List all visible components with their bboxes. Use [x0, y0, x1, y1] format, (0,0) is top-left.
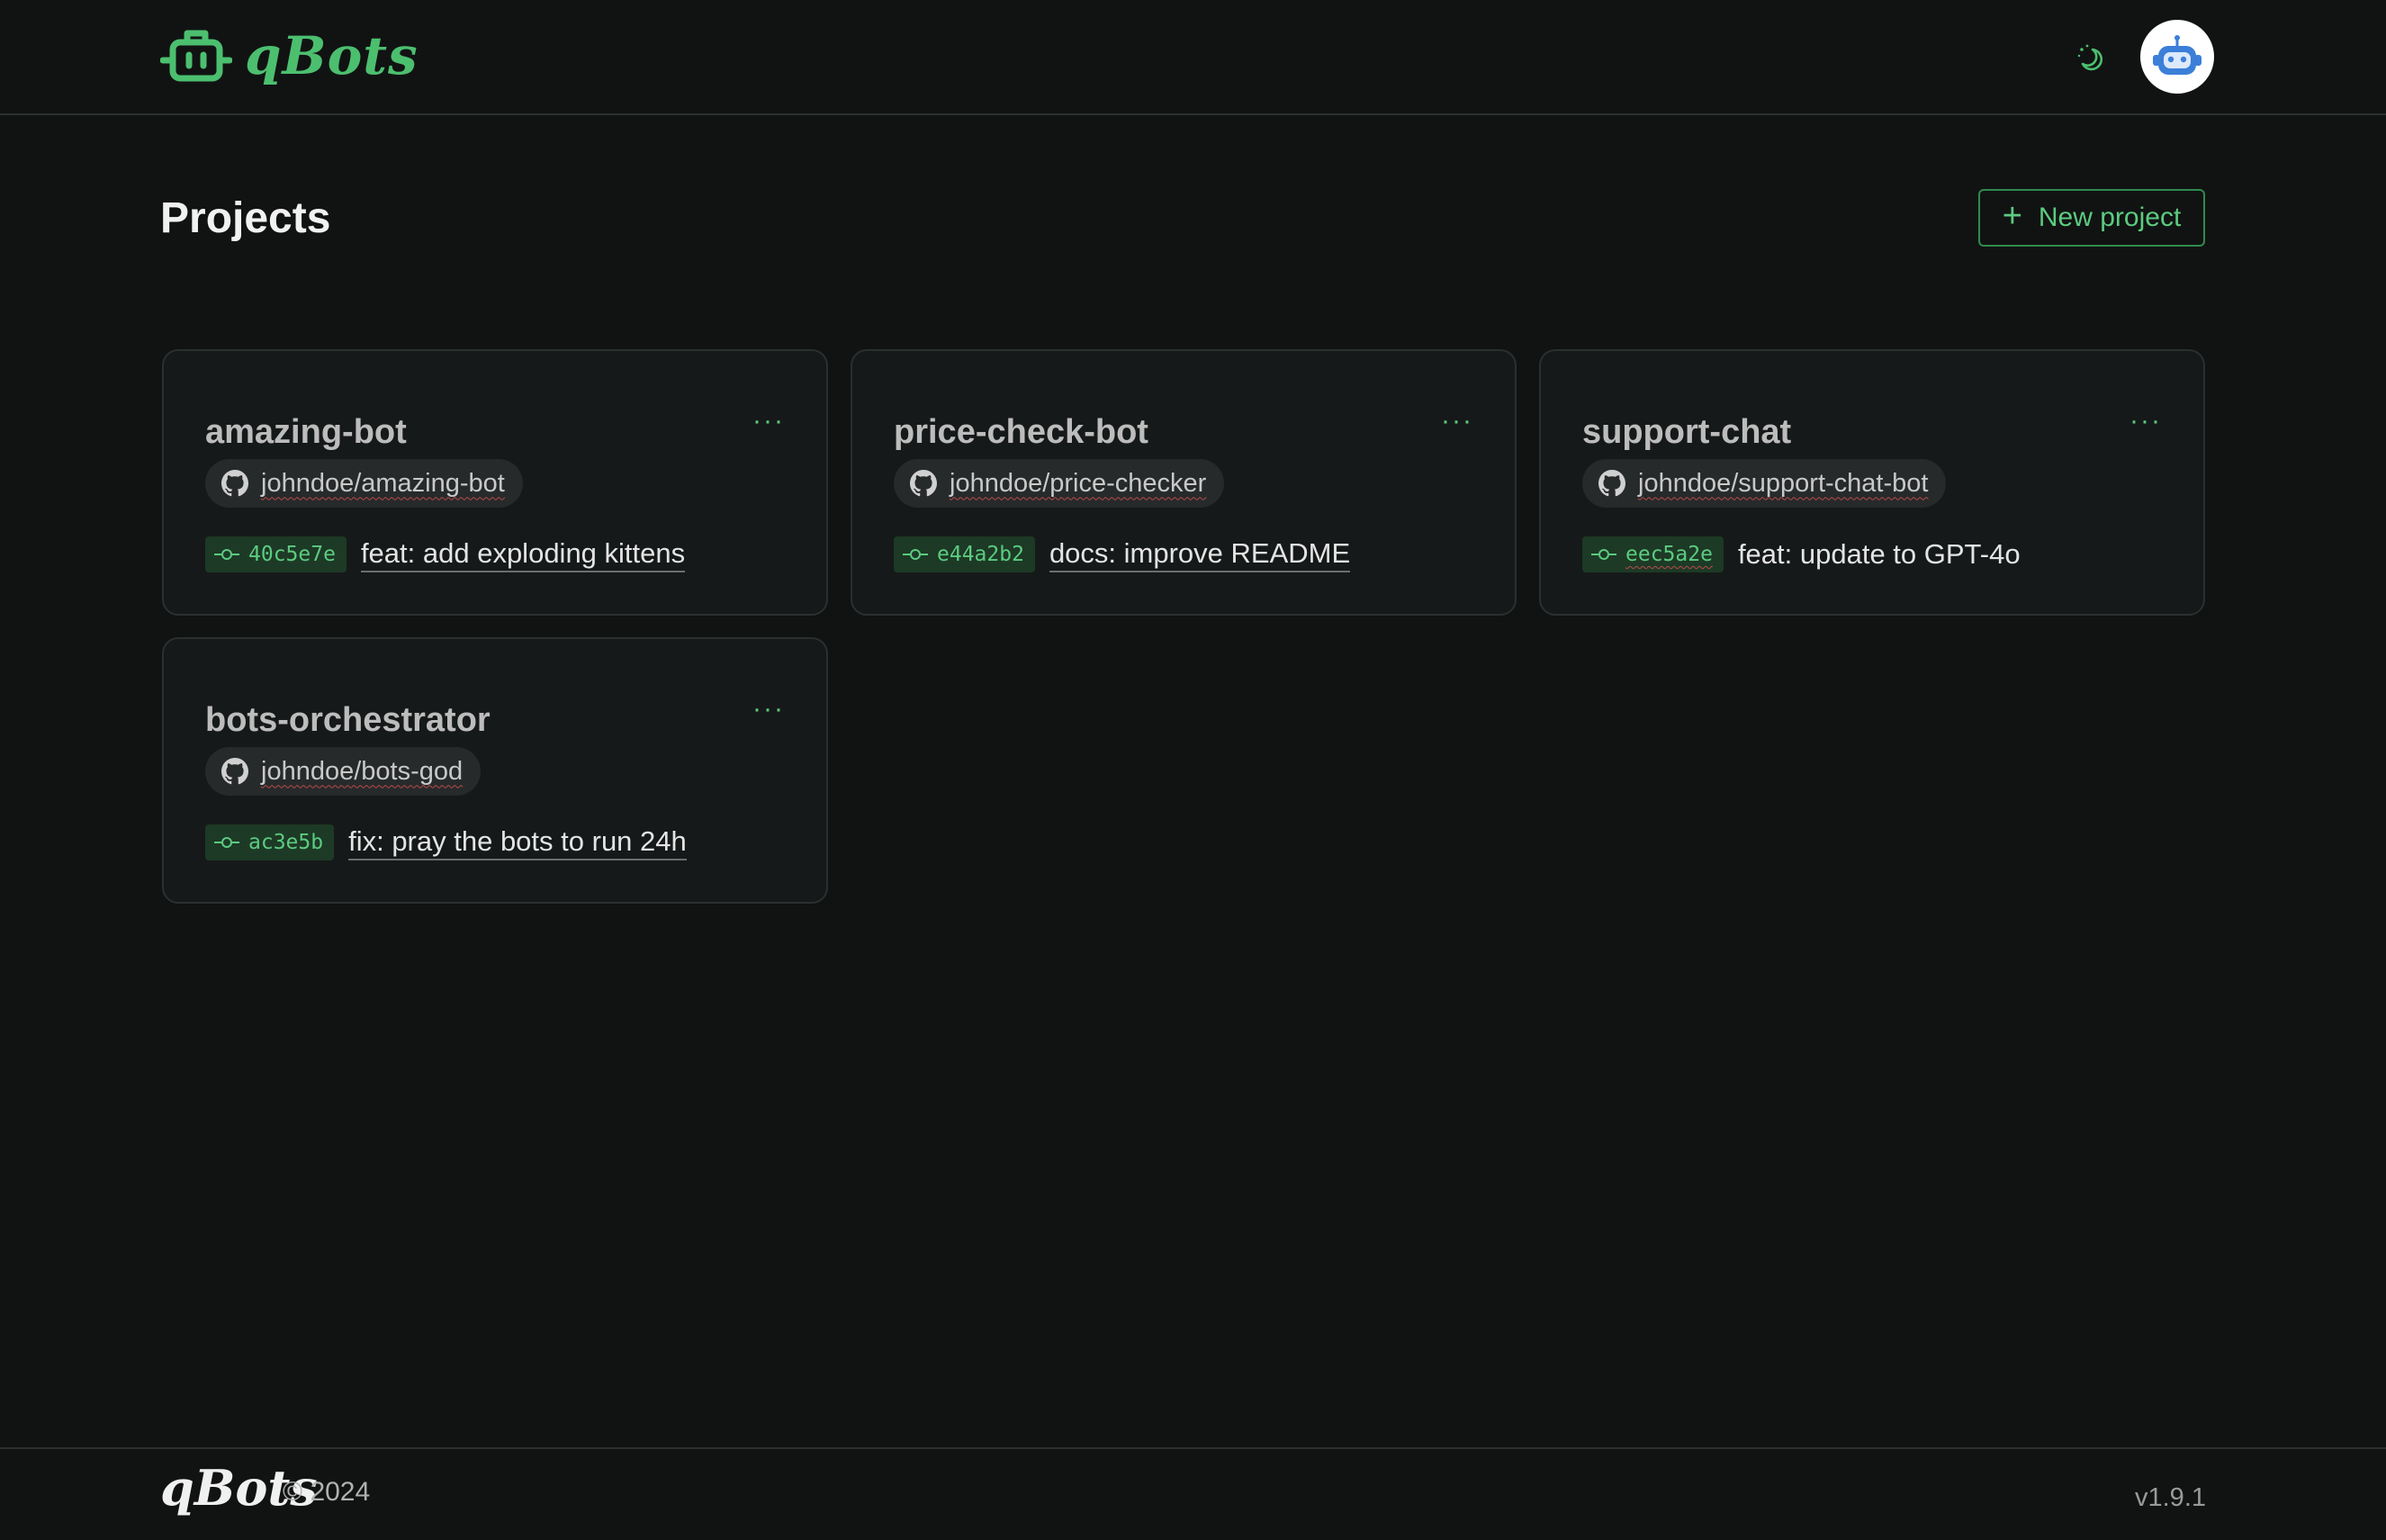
page-title: Projects: [160, 194, 331, 242]
more-options-icon[interactable]: ···: [749, 403, 788, 439]
last-commit: e44a2b2 docs: improve README: [894, 536, 1351, 572]
version-label: v1.9.1: [2135, 1483, 2206, 1512]
moon-stars-icon: [2077, 44, 2103, 71]
project-card[interactable]: bots-orchestrator ··· johndoe/bots-god a…: [162, 637, 828, 904]
commit-hash-badge[interactable]: eec5a2e: [1582, 536, 1724, 572]
commit-message[interactable]: feat: add exploding kittens: [360, 537, 686, 572]
repo-link[interactable]: johndoe/price-checker: [894, 459, 1225, 508]
app-logo[interactable]: qBots: [160, 23, 419, 88]
new-project-label: New project: [2038, 203, 2182, 232]
more-options-icon[interactable]: ···: [749, 691, 788, 727]
git-commit-icon: [214, 837, 239, 848]
github-icon: [910, 470, 937, 497]
repo-label: johndoe/price-checker: [950, 468, 1207, 498]
more-options-icon[interactable]: ···: [2126, 403, 2165, 439]
commit-message[interactable]: docs: improve README: [1049, 537, 1351, 572]
commit-hash: 40c5e7e: [248, 543, 336, 566]
project-name: amazing-bot: [205, 413, 407, 451]
commit-hash-badge[interactable]: ac3e5b: [205, 824, 335, 860]
robot-logo-icon: [160, 30, 232, 82]
repo-link[interactable]: johndoe/amazing-bot: [205, 459, 523, 508]
project-card[interactable]: amazing-bot ··· johndoe/amazing-bot 40c5…: [162, 349, 828, 616]
github-icon: [221, 470, 248, 497]
repo-link[interactable]: johndoe/support-chat-bot: [1582, 459, 1947, 508]
repo-link[interactable]: johndoe/bots-god: [205, 747, 482, 796]
commit-message[interactable]: fix: pray the bots to run 24h: [348, 825, 687, 860]
project-name: bots-orchestrator: [205, 701, 491, 739]
project-card[interactable]: support-chat ··· johndoe/support-chat-bo…: [1539, 349, 2205, 616]
robot-face-icon: [2153, 35, 2201, 75]
app-page: qBots Projects + New project amazing-bot…: [0, 0, 2386, 1540]
repo-label: johndoe/amazing-bot: [261, 468, 505, 498]
project-card[interactable]: price-check-bot ··· johndoe/price-checke…: [851, 349, 1517, 616]
more-options-icon[interactable]: ···: [1437, 403, 1477, 439]
git-commit-icon: [214, 549, 239, 560]
user-avatar[interactable]: [2140, 20, 2214, 94]
theme-toggle-button[interactable]: [2072, 40, 2108, 76]
github-icon: [1598, 470, 1625, 497]
logo-text: qBots: [245, 25, 419, 86]
new-project-button[interactable]: + New project: [1978, 189, 2205, 247]
commit-hash: ac3e5b: [248, 831, 324, 854]
plus-icon: +: [2002, 197, 2022, 235]
copyright-text: © 2024: [283, 1477, 371, 1507]
page-footer: qBots © 2024 v1.9.1: [0, 1447, 2386, 1540]
last-commit: ac3e5b fix: pray the bots to run 24h: [205, 824, 687, 860]
top-header: qBots: [0, 0, 2386, 115]
repo-label: johndoe/bots-god: [261, 756, 464, 786]
last-commit: eec5a2e feat: update to GPT-4o: [1582, 536, 2021, 572]
project-name: price-check-bot: [894, 413, 1148, 451]
git-commit-icon: [1591, 549, 1616, 560]
commit-hash: eec5a2e: [1625, 543, 1713, 566]
commit-hash-badge[interactable]: 40c5e7e: [205, 536, 347, 572]
commit-hash: e44a2b2: [937, 543, 1024, 566]
github-icon: [221, 758, 248, 785]
commit-message[interactable]: feat: update to GPT-4o: [1738, 538, 2021, 572]
repo-label: johndoe/support-chat-bot: [1638, 468, 1929, 498]
git-commit-icon: [903, 549, 928, 560]
last-commit: 40c5e7e feat: add exploding kittens: [205, 536, 686, 572]
project-name: support-chat: [1582, 413, 1792, 451]
commit-hash-badge[interactable]: e44a2b2: [894, 536, 1035, 572]
